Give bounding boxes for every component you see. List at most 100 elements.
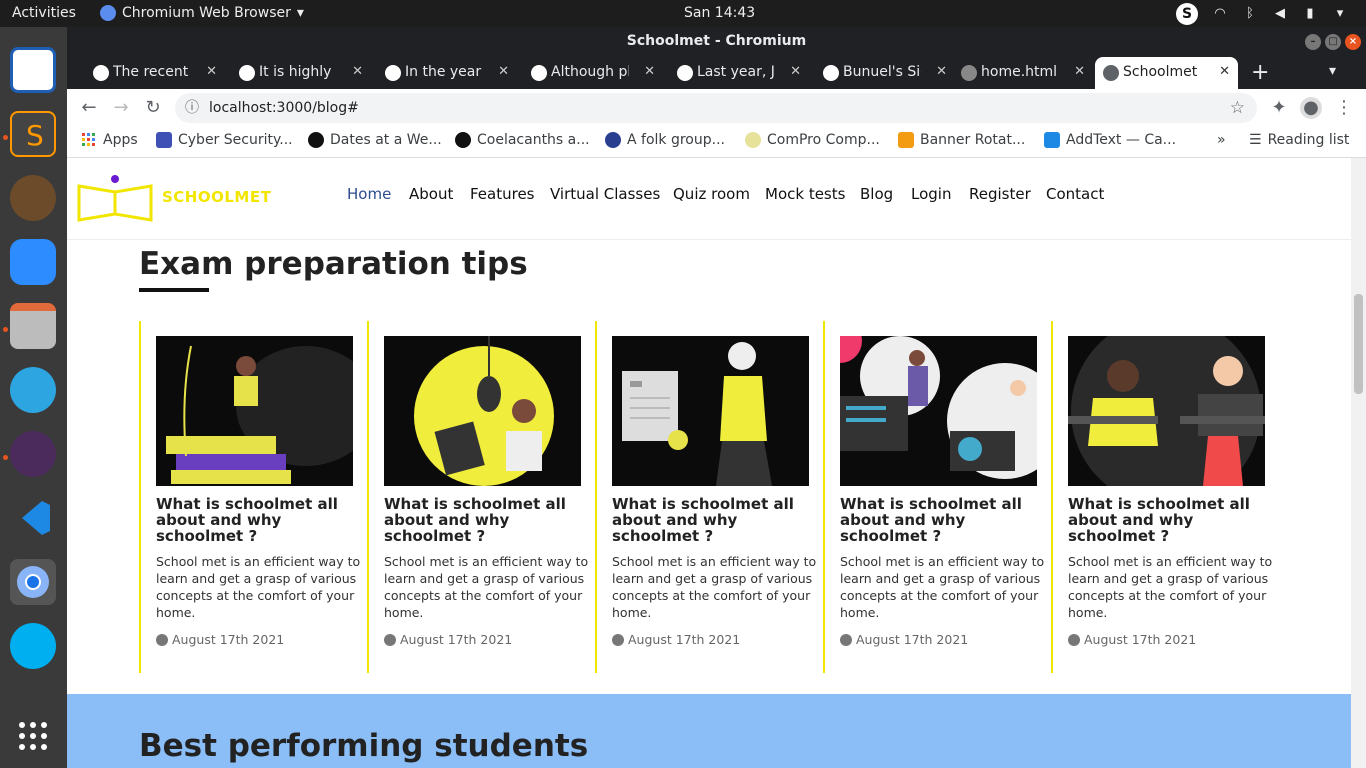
close-tab-icon[interactable]: ✕ (1219, 57, 1230, 87)
bookmark-item[interactable]: Cyber Security... (156, 132, 293, 148)
nav-features[interactable]: Features (470, 185, 535, 203)
bookmark-item[interactable]: Banner Rotat... (898, 132, 1025, 148)
minimize-button[interactable]: – (1305, 34, 1321, 50)
clock-icon (384, 633, 396, 646)
bookmark-star-icon[interactable]: ☆ (1230, 93, 1245, 123)
blog-card[interactable]: What is schoolmet all about and why scho… (367, 321, 595, 673)
reading-list-button[interactable]: ☰ Reading list (1249, 132, 1349, 148)
site-logo-text[interactable]: SCHOOLMET (162, 188, 271, 206)
best-students-section: Best performing students (67, 694, 1351, 768)
pineapple-icon[interactable] (10, 175, 56, 221)
blog-card[interactable]: What is schoolmet all about and why scho… (139, 321, 367, 673)
close-tab-icon[interactable]: ✕ (1074, 57, 1085, 87)
card-text: School met is an efficient way to learn … (384, 554, 589, 620)
nav-contact[interactable]: Contact (1046, 185, 1104, 203)
forward-button[interactable]: → (110, 97, 132, 119)
close-window-button[interactable]: × (1345, 34, 1361, 50)
skype-icon[interactable] (10, 623, 56, 669)
tab[interactable]: Although pl ✕ (523, 57, 663, 89)
tab-search-button[interactable]: ▾ (1329, 63, 1336, 79)
wifi-icon: ◠ (1214, 6, 1226, 21)
close-tab-icon[interactable]: ✕ (790, 57, 801, 87)
card-title[interactable]: What is schoolmet all about and why scho… (612, 496, 812, 544)
tab[interactable]: Last year, Jo ✕ (669, 57, 809, 89)
chromium-dock-icon[interactable] (10, 559, 56, 605)
tab[interactable]: home.html ✕ (953, 57, 1093, 89)
vscode-icon[interactable] (10, 495, 56, 541)
bookmark-item[interactable]: AddText — Ca... (1044, 132, 1176, 148)
window-title-bar[interactable]: Schoolmet - Chromium – □ × (67, 27, 1366, 57)
system-tray[interactable]: S ◠ ᛒ ◀ ▮ ▾ (1176, 3, 1348, 25)
presentation-illustration (840, 336, 1037, 486)
card-title[interactable]: What is schoolmet all about and why scho… (840, 496, 1040, 544)
maximize-button[interactable]: □ (1325, 34, 1341, 50)
info-icon[interactable]: ⓘ (185, 93, 199, 123)
battery-icon: ▮ (1306, 6, 1314, 21)
card-text: School met is an efficient way to learn … (1068, 554, 1273, 620)
clock[interactable]: San 14:43 (684, 5, 755, 21)
window-title: Schoolmet - Chromium (626, 33, 807, 49)
document-viewer-icon[interactable] (10, 47, 56, 93)
close-tab-icon[interactable]: ✕ (206, 57, 217, 87)
blog-card[interactable]: What is schoolmet all about and why scho… (595, 321, 823, 673)
card-title[interactable]: What is schoolmet all about and why scho… (156, 496, 356, 544)
extensions-icon[interactable]: ✦ (1268, 97, 1290, 119)
bookmark-item[interactable]: ComPro Comp... (745, 132, 880, 148)
svg-text:S: S (26, 119, 44, 152)
tab-favicon-icon (677, 65, 693, 81)
card-title[interactable]: What is schoolmet all about and why scho… (1068, 496, 1268, 544)
card-text: School met is an efficient way to learn … (156, 554, 361, 620)
new-tab-button[interactable]: + (1251, 60, 1269, 85)
nav-virtual-classes[interactable]: Virtual Classes (550, 185, 660, 203)
best-students-title: Best performing students (139, 728, 589, 764)
telegram-icon[interactable] (10, 367, 56, 413)
scrollbar-thumb[interactable] (1354, 294, 1363, 394)
nav-login[interactable]: Login (911, 185, 951, 203)
reload-button[interactable]: ↻ (142, 97, 164, 119)
reading-list-icon: ☰ (1249, 132, 1262, 148)
profile-avatar[interactable]: ● (1300, 97, 1322, 119)
nav-quiz-room[interactable]: Quiz room (673, 185, 750, 203)
schoolmet-logo-icon[interactable] (77, 174, 157, 224)
tab[interactable]: In the year f ✕ (377, 57, 517, 89)
address-bar[interactable]: ⓘ localhost:3000/blog# ☆ (175, 93, 1257, 123)
nav-blog[interactable]: Blog (860, 185, 893, 203)
show-apps-icon[interactable] (10, 713, 56, 759)
tab-active[interactable]: Schoolmet ✕ (1095, 57, 1238, 89)
tab[interactable]: Bunuel's Sig ✕ (815, 57, 955, 89)
bookmark-apps[interactable]: Apps (81, 132, 138, 148)
more-bookmarks-button[interactable]: » (1217, 132, 1226, 148)
close-tab-icon[interactable]: ✕ (498, 57, 509, 87)
zoom-icon[interactable] (10, 239, 56, 285)
bookmark-item[interactable]: Dates at a We... (308, 132, 442, 148)
blog-card[interactable]: What is schoolmet all about and why scho… (823, 321, 1051, 673)
sublime-text-icon[interactable]: S (10, 111, 56, 157)
close-tab-icon[interactable]: ✕ (936, 57, 947, 87)
files-icon[interactable] (10, 303, 56, 349)
back-button[interactable]: ← (78, 97, 100, 119)
nav-mock-tests[interactable]: Mock tests (765, 185, 845, 203)
nav-home[interactable]: Home (347, 185, 391, 203)
bookmark-item[interactable]: Coelacanths a... (455, 132, 590, 148)
reading-on-books-illustration (156, 336, 353, 486)
skype-tray-icon[interactable]: S (1176, 3, 1198, 25)
blog-card[interactable]: What is schoolmet all about and why scho… (1051, 321, 1279, 673)
app-menu[interactable]: Chromium Web Browser ▾ (100, 5, 304, 21)
chevron-down-icon: ▾ (296, 5, 304, 21)
flag-icon (156, 132, 172, 148)
clock-icon (840, 633, 852, 646)
bookmark-item[interactable]: A folk group... (605, 132, 725, 148)
card-title[interactable]: What is schoolmet all about and why scho… (384, 496, 584, 544)
page-scrollbar[interactable] (1351, 158, 1366, 768)
media-player-icon[interactable] (10, 431, 56, 477)
close-tab-icon[interactable]: ✕ (352, 57, 363, 87)
menu-kebab-icon[interactable]: ⋮ (1333, 97, 1355, 119)
close-tab-icon[interactable]: ✕ (644, 57, 655, 87)
tab[interactable]: It is highly li ✕ (231, 57, 371, 89)
tab[interactable]: The recent r ✕ (85, 57, 225, 89)
nav-about[interactable]: About (409, 185, 453, 203)
globe-icon (961, 65, 977, 81)
activities-button[interactable]: Activities (12, 5, 76, 21)
clock-icon (612, 633, 624, 646)
nav-register[interactable]: Register (969, 185, 1031, 203)
